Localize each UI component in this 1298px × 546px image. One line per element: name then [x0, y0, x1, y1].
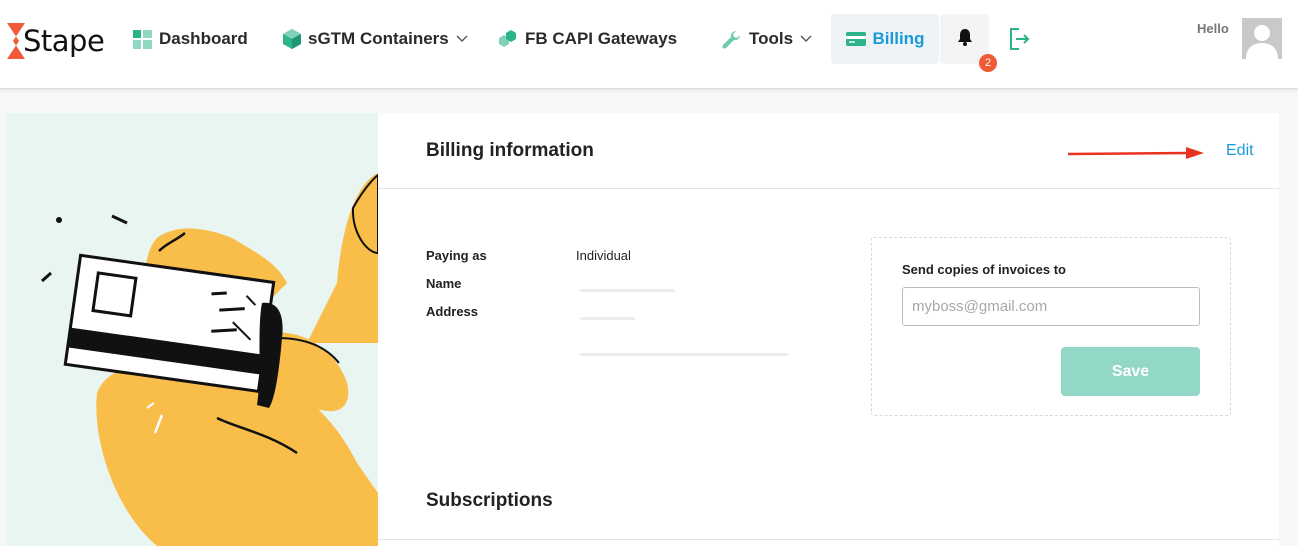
redacted-address-line-2 [580, 353, 788, 356]
save-button[interactable]: Save [1061, 347, 1200, 396]
hand-holding-card-illustration [41, 173, 378, 546]
chevron-down-icon [800, 35, 812, 43]
redacted-name [580, 289, 675, 292]
billing-illustration [7, 113, 378, 546]
billing-card: Billing information Edit Paying as Indiv… [378, 113, 1279, 546]
logout-icon [1008, 28, 1030, 55]
paying-as-value: Individual [576, 248, 631, 263]
subscriptions-title: Subscriptions [426, 490, 553, 511]
red-arrow-annotation [1067, 147, 1204, 159]
chevron-down-icon [456, 35, 468, 43]
stape-logo[interactable]: Stape [7, 22, 105, 60]
nav-dashboard-label: Dashboard [159, 29, 248, 48]
invoice-copies-label: Send copies of invoices to [902, 262, 1066, 277]
redacted-address-line-1 [580, 317, 635, 320]
top-navigation: Stape Dashboard sGTM Containers FB CAPI … [0, 0, 1298, 89]
nav-sgtm-label: sGTM Containers [308, 29, 449, 48]
notification-count-badge: 2 [979, 54, 997, 72]
paying-as-label: Paying as [426, 248, 487, 263]
avatar[interactable] [1242, 18, 1282, 59]
edit-billing-link[interactable]: Edit [1226, 142, 1254, 160]
divider [378, 539, 1279, 540]
nav-tools[interactable]: Tools [722, 14, 812, 64]
hexagons-icon [497, 29, 518, 49]
wrench-icon [722, 29, 742, 49]
billing-card-header: Billing information Edit [378, 113, 1279, 189]
user-avatar-icon [1242, 18, 1282, 59]
nav-billing[interactable]: Billing [831, 14, 939, 64]
address-label: Address [426, 304, 479, 319]
nav-dashboard[interactable]: Dashboard [133, 14, 248, 64]
user-greeting: Hello [1197, 21, 1229, 36]
logout-button[interactable] [1008, 27, 1030, 56]
invoice-copies-section: Send copies of invoices to Save [871, 237, 1231, 416]
nav-fb-capi-gateways[interactable]: FB CAPI Gateways [497, 14, 677, 64]
brand-name: Stape [23, 24, 105, 58]
nav-tools-label: Tools [749, 29, 794, 48]
invoice-email-input[interactable] [902, 287, 1200, 326]
cube-icon [283, 29, 301, 49]
nav-fbcapi-label: FB CAPI Gateways [525, 29, 678, 48]
bell-icon [957, 28, 973, 51]
dashboard-icon [133, 29, 152, 49]
card-icon [845, 32, 866, 46]
billing-info-title: Billing information [426, 140, 594, 161]
nav-billing-label: Billing [872, 29, 925, 48]
name-label: Name [426, 276, 462, 291]
nav-sgtm-containers[interactable]: sGTM Containers [283, 14, 468, 64]
